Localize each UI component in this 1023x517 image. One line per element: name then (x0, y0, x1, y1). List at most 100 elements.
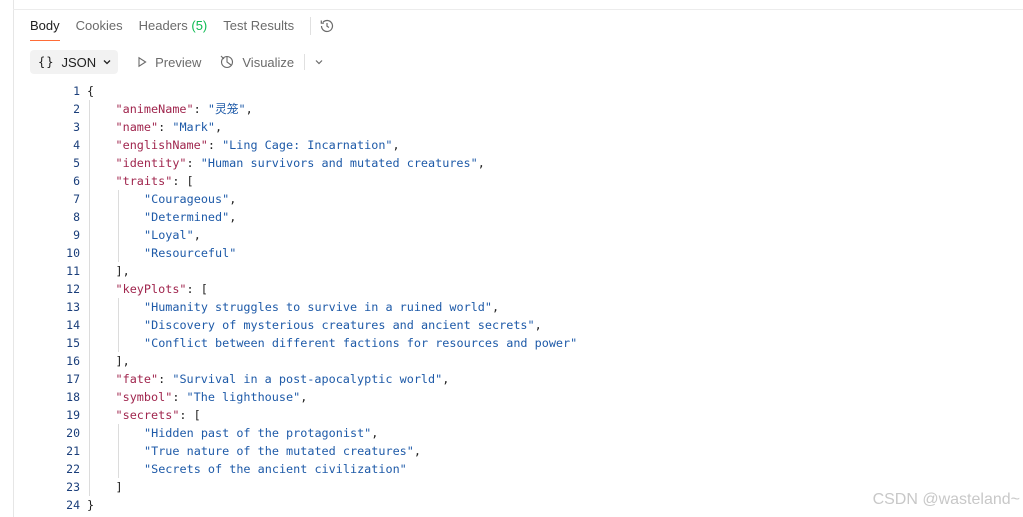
code-line: 4 "englishName": "Ling Cage: Incarnation"… (14, 136, 1014, 154)
code-line: 12 "keyPlots": [ (14, 280, 1014, 298)
json-punctuation: : (158, 372, 173, 386)
code-text: "Humanity struggles to survive in a ruin… (144, 298, 499, 316)
json-string: "Survival in a post-apocalyptic world" (172, 372, 443, 386)
line-number: 17 (66, 372, 80, 386)
json-punctuation: , (442, 372, 450, 386)
json-key: "name" (115, 120, 159, 134)
json-response-viewer[interactable]: 1{2 "animeName": "灵笼", 3 "name": "Mark", 4 "e… (14, 82, 1023, 517)
visualize-options-chevron-icon[interactable] (314, 57, 324, 67)
code-text: { (87, 82, 94, 100)
code-text: } (87, 496, 94, 514)
code-text: "fate": "Survival in a post-apocalyptic … (116, 370, 450, 388)
json-string: "Discovery of mysterious creatures and a… (144, 318, 535, 332)
line-number: 11 (66, 264, 80, 278)
line-number: 14 (66, 318, 80, 332)
watermark: CSDN @wasteland~ (872, 491, 1020, 508)
json-string: "Conflict between different factions for… (144, 336, 578, 350)
code-line: 16], (14, 352, 1014, 370)
json-string: "Courageous" (144, 192, 230, 206)
line-number: 19 (66, 408, 80, 422)
visualize-label: Visualize (242, 54, 295, 70)
json-punctuation: } (87, 498, 95, 512)
json-string: "True nature of the mutated creatures" (144, 444, 414, 458)
json-string: "Resourceful" (144, 246, 237, 260)
code-line: 22 "Secrets of the ancient civilization" (14, 460, 1014, 478)
line-number: 9 (73, 228, 80, 242)
json-punctuation: , (245, 102, 253, 116)
preview-button[interactable]: Preview (136, 55, 201, 70)
indent-guide (117, 424, 119, 478)
json-key: "secrets" (115, 408, 180, 422)
line-number: 8 (73, 210, 80, 224)
json-key: "fate" (115, 372, 159, 386)
tab-body[interactable]: Body (30, 17, 60, 41)
code-line: 18 "symbol": "The lighthouse", (14, 388, 1014, 406)
line-number: 5 (73, 156, 80, 170)
json-punctuation: , (492, 300, 500, 314)
json-string: "Mark" (172, 120, 215, 134)
json-punctuation: , (413, 444, 421, 458)
json-punctuation: ], (115, 264, 130, 278)
json-string: "Secrets of the ancient civilization" (144, 462, 407, 476)
code-text: "Resourceful" (144, 244, 236, 262)
code-text: "Discovery of mysterious creatures and a… (144, 316, 542, 334)
code-line: 1{ (14, 82, 1014, 100)
line-number: 15 (66, 336, 80, 350)
json-punctuation: : (193, 102, 208, 116)
top-border (13, 9, 1023, 10)
json-punctuation: , (477, 156, 485, 170)
code-line: 7 "Courageous", (14, 190, 1014, 208)
line-number: 21 (66, 444, 80, 458)
code-text: "animeName": "灵笼", (116, 100, 253, 118)
line-number: 20 (66, 426, 80, 440)
format-label: JSON (61, 54, 97, 70)
json-key: "identity" (115, 156, 187, 170)
code-line: 15 "Conflict between different factions f… (14, 334, 1014, 352)
format-dropdown[interactable]: {} JSON (30, 50, 119, 74)
visualize-icon (220, 55, 234, 69)
line-number: 2 (73, 102, 80, 116)
json-punctuation: , (229, 210, 237, 224)
code-text: "Courageous", (144, 190, 236, 208)
line-number: 23 (66, 480, 80, 494)
response-tabs: Body Cookies Headers (5) Test Results (30, 17, 335, 41)
code-text: "name": "Mark", (116, 118, 223, 136)
json-punctuation: : (172, 390, 187, 404)
tab-test-results[interactable]: Test Results (223, 17, 294, 41)
code-line: 5 "identity": "Human survivors and mutate… (14, 154, 1014, 172)
line-number: 3 (73, 120, 80, 134)
indent-guide (89, 100, 90, 496)
chevron-down-icon (103, 60, 111, 65)
code-text: "Conflict between different factions for… (144, 334, 577, 352)
code-line: 21 "True nature of the mutated creatures"… (14, 442, 1014, 460)
code-line: 9 "Loyal", (14, 226, 1014, 244)
indent-guide (117, 190, 119, 262)
code-line: 10 "Resourceful" (14, 244, 1014, 262)
line-number: 16 (66, 354, 80, 368)
tab-headers[interactable]: Headers (5) (139, 17, 208, 41)
visualize-button[interactable]: Visualize (219, 54, 294, 70)
json-punctuation: , (392, 138, 400, 152)
tab-cookies[interactable]: Cookies (76, 17, 123, 41)
json-punctuation: , (214, 120, 223, 134)
code-text: ], (116, 352, 130, 370)
code-text: "Loyal", (144, 226, 201, 244)
history-icon[interactable] (319, 18, 335, 34)
code-text: "Secrets of the ancient civilization" (144, 460, 407, 478)
json-key: "symbol" (115, 390, 173, 404)
line-number: 6 (73, 174, 80, 188)
code-line: 3 "name": "Mark", (14, 118, 1014, 136)
tab-headers-label: Headers (138, 18, 188, 33)
code-text: "Determined", (144, 208, 236, 226)
code-line: 8 "Determined", (14, 208, 1014, 226)
json-punctuation: : [ (179, 408, 201, 422)
json-punctuation: ], (115, 354, 130, 368)
code-line: 17 "fate": "Survival in a post-apocalypti… (14, 370, 1014, 388)
code-line: 11], (14, 262, 1014, 280)
code-line: 2 "animeName": "灵笼", (14, 100, 1014, 118)
line-number: 1 (73, 84, 80, 98)
tabs-divider (310, 17, 312, 35)
code-text: "identity": "Human survivors and mutated… (116, 154, 485, 172)
json-punctuation: : (207, 138, 223, 152)
json-string: "灵笼" (207, 102, 246, 116)
